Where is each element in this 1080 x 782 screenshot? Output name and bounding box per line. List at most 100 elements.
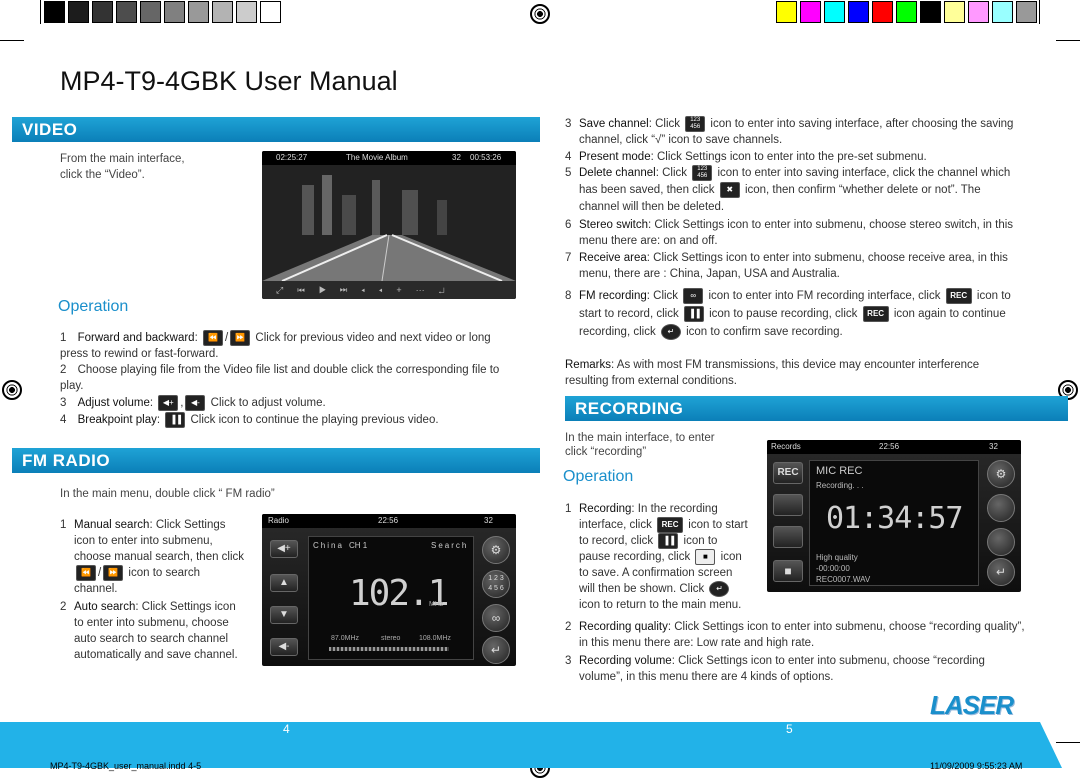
section-header-recording: RECORDING [565,396,1068,421]
record-tape-icon: ∞ [482,604,510,632]
item-text: : Click [655,167,688,180]
recorder-time: 22:56 [879,442,900,451]
enter-icon: ↵ [709,581,730,598]
item-term: Recording quality [579,621,668,633]
video-operation-heading: Operation [58,298,129,315]
remarks-term: Remarks [565,359,612,371]
item-term: Adjust volume [77,397,150,410]
recorder-rec-icon: REC [773,462,803,484]
save-channel-icon: 123 456 [685,116,706,132]
color-swatch [1016,1,1037,23]
enter-icon: ↵ [987,558,1015,586]
item-text: icon to pause recording, click [709,308,858,320]
radio-down-icon: ▼ [270,606,298,624]
rec-icon: REC [862,305,889,322]
record-tape-icon: ∞ [683,287,704,304]
enter-icon: ↵ [482,636,510,664]
radio-title: Radio [268,516,289,525]
color-swatch [944,1,965,23]
color-swatch [992,1,1013,23]
save-channel-icon: 123 456 [692,165,713,181]
item-number: 1 [60,332,67,345]
radio-high: 108.0MHz [419,635,451,642]
fm-intro: In the main menu, double click “ FM radi… [60,488,275,500]
radio-low: 87.0MHz [331,635,360,642]
gray-swatch [44,1,65,23]
item-colon: : [149,397,154,410]
page-title: MP4-T9-4GBK User Manual [60,66,398,96]
recorder-blank-round [987,528,1015,556]
recording-operation-heading: Operation [563,468,634,485]
radio-station: China [313,541,344,550]
recorder-blank-button [773,494,803,516]
item-separator: / [98,567,102,580]
video-time-left: 02:25:27 [276,153,308,162]
recording-item-2: 2 Recording quality: Click Settings icon… [565,619,1025,651]
fm-item-5: 5 Delete channel: Click 123 456 icon to … [565,165,1020,216]
recorder-blank-button [773,526,803,548]
radio-vol-up-icon: ◀+ [270,540,298,558]
video-intro: From the main interface, click the “Vide… [60,153,185,181]
rewind-icon: ⏪ [203,330,223,346]
color-swatch [872,1,893,23]
recorder-track: 32 [989,442,998,451]
pause-icon: ▐▐ [658,533,679,550]
item-term: Delete channel [579,167,656,180]
fm-item-3: 3 Save channel: Click 123 456 icon to en… [565,116,1020,148]
video-track: 32 [452,153,461,162]
item-number: 1 [60,519,67,531]
item-number: 1 [565,503,572,515]
fm-item-4: 4 Present mode: Click Settings icon to e… [565,149,1020,165]
radio-screenshot: Radio 22:56 32 ◀+ ▲ ▼ ◀- China CH 1 Sear… [262,514,516,666]
fast-forward-icon: ⏩ [103,565,124,581]
radio-channel: CH 1 [349,541,368,550]
settings-icon: ⚙ [482,536,510,564]
item-number: 3 [565,118,572,130]
video-item-4: 4 Breakpoint play: ▐▐ Click icon to cont… [60,412,510,428]
fm-item-7: 7 Receive area: Click Settings icon to e… [565,250,1020,282]
radio-tuning-scale [329,647,449,651]
volume-up-icon: ◀+ [158,395,179,411]
item-text: icon to enter into FM recording interfac… [708,290,941,302]
item-text: icon to confirm save recording. [686,326,843,338]
item-separator: / [225,332,229,345]
gray-swatch [116,1,137,23]
footer-filename: MP4-T9-4GBK_user_manual.indd 4-5 [50,761,202,771]
settings-icon: ⚙ [987,460,1015,488]
color-swatch [776,1,797,23]
video-player-screenshot: 02:25:27 The Movie Album 32 00:53:26 ⤢⏮▶… [262,151,516,299]
color-swatch [968,1,989,23]
recorder-elapsed: -00:00:00 [816,564,850,573]
fm-item-1: 1 Manual search: Click Settings icon to … [60,517,245,597]
video-item-3: 3 Adjust volume: ◀+, ◀- Click to adjust v… [60,395,510,411]
item-term: Stereo switch [579,219,649,231]
remarks-text: : As with most FM transmissions, this de… [565,359,980,387]
color-swatch [848,1,869,23]
item-text: : Click [648,118,681,131]
page-number-right: 5 [786,722,793,736]
registration-mark-icon [530,4,550,24]
recorder-status: Recording. . . [816,481,864,490]
laser-logo: LASER [930,690,1014,720]
recorder-clock: 01:34:57 [826,501,963,536]
item-term: Recording volume [579,655,672,667]
item-term: Receive area [579,252,647,264]
item-number: 5 [565,167,572,179]
fm-item-6: 6 Stereo switch: Click Settings icon to … [565,217,1020,249]
gray-swatch [68,1,89,23]
section-header-fm-radio: FM RADIO [12,448,540,473]
video-item-2: 2 Choose playing file from the Video fil… [60,362,510,394]
item-term: Save channel [579,118,649,131]
item-number: 4 [60,414,67,427]
item-term: Breakpoint play [77,414,157,427]
rec-icon: REC [945,287,972,304]
item-number: 7 [565,252,572,264]
gray-swatch [140,1,161,23]
recording-intro: In the main interface, to enter click “r… [565,432,715,458]
volume-down-icon: ◀- [185,395,206,411]
enter-icon: ↵ [660,323,681,340]
item-text: Click to adjust volume. [210,397,326,410]
radio-up-icon: ▲ [270,574,298,592]
crop-mark [1039,0,1040,24]
recorder-title: Records [771,442,801,451]
